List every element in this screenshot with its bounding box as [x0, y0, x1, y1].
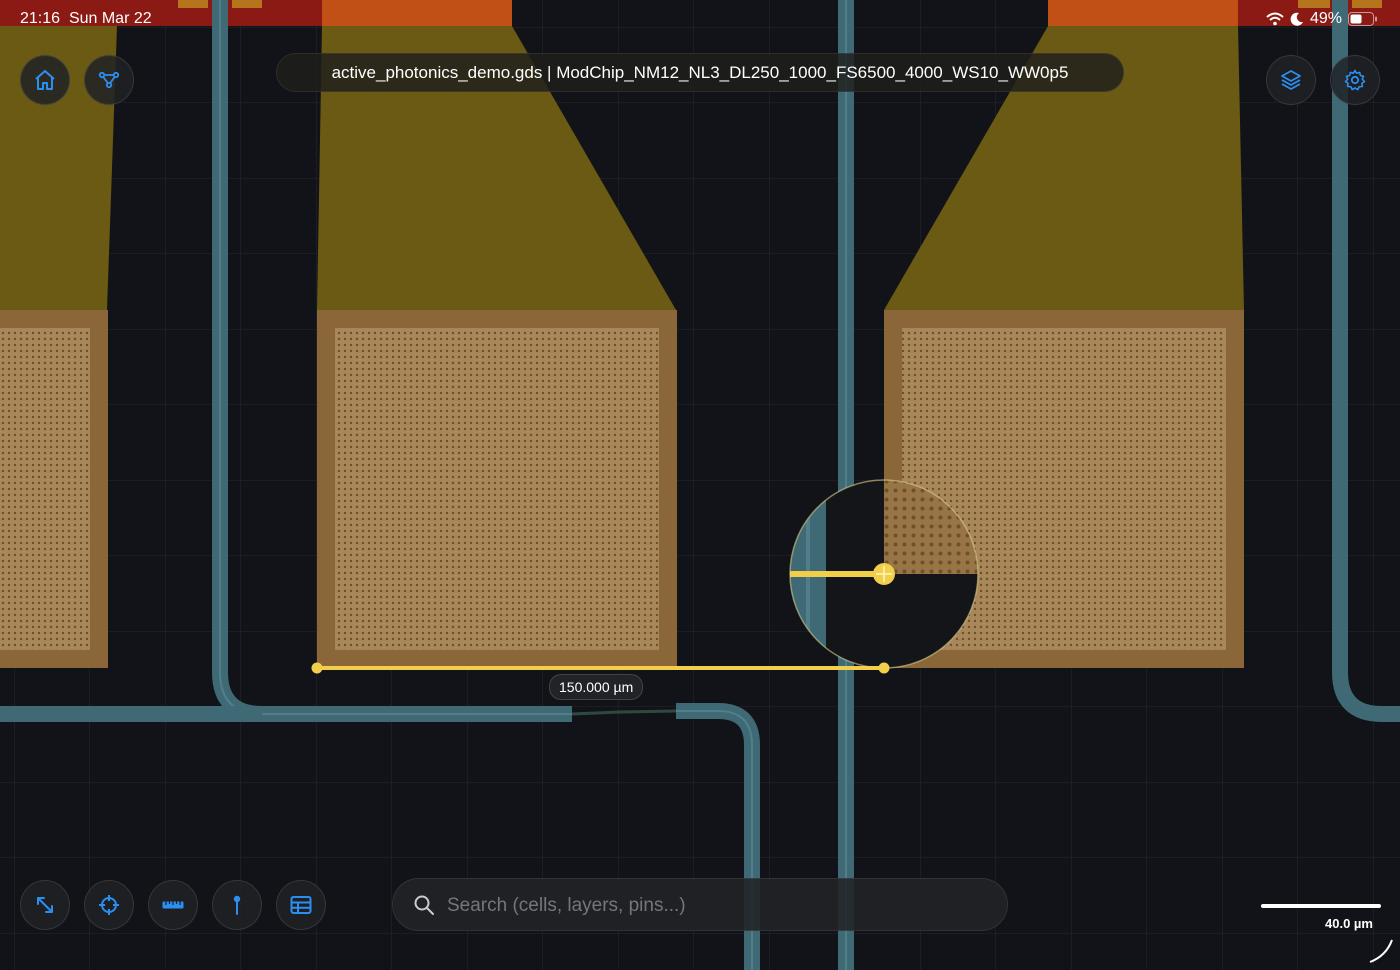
document-title: active_photonics_demo.gds | ModChip_NM12… — [276, 53, 1124, 92]
measure-end-point — [878, 662, 890, 674]
ruler-button[interactable] — [148, 880, 198, 930]
status-indicators: 49% — [1266, 10, 1378, 28]
gear-icon — [1344, 69, 1366, 91]
search-input[interactable] — [445, 879, 989, 932]
crosshair-button[interactable] — [84, 880, 134, 930]
table-button[interactable] — [276, 880, 326, 930]
battery-icon — [1348, 12, 1377, 26]
house-icon — [35, 70, 55, 90]
expand-arrows-icon — [37, 897, 53, 913]
crosshair-icon — [99, 895, 119, 915]
status-bar: 21:16 Sun Mar 22 49% — [0, 0, 1400, 28]
wifi-icon — [1266, 12, 1284, 26]
document-title-text: active_photonics_demo.gds | ModChip_NM12… — [331, 62, 1069, 82]
hierarchy-button[interactable] — [84, 55, 134, 105]
moon-icon — [1290, 12, 1303, 26]
pin-button[interactable] — [212, 880, 262, 930]
ruler-icon — [162, 901, 184, 909]
table-icon — [290, 896, 312, 914]
node-graph-icon — [98, 71, 120, 89]
battery-percent: 49% — [1309, 10, 1342, 27]
layers-button[interactable] — [1266, 55, 1316, 105]
fit-view-button[interactable] — [20, 880, 70, 930]
settings-button[interactable] — [1330, 55, 1380, 105]
layers-stack-icon — [1281, 70, 1301, 90]
pin-icon — [233, 895, 241, 915]
layout-canvas[interactable] — [0, 0, 1400, 970]
home-button[interactable] — [20, 55, 70, 105]
measurement-label: 150.000 µm — [549, 674, 644, 700]
scale-bar — [1261, 904, 1381, 908]
scale-label: 40.0 µm — [1325, 916, 1373, 931]
measure-start-point — [311, 662, 323, 674]
status-time: 21:16 Sun Mar 22 — [20, 10, 152, 27]
search-bar[interactable] — [392, 878, 1008, 932]
search-icon — [414, 895, 434, 915]
